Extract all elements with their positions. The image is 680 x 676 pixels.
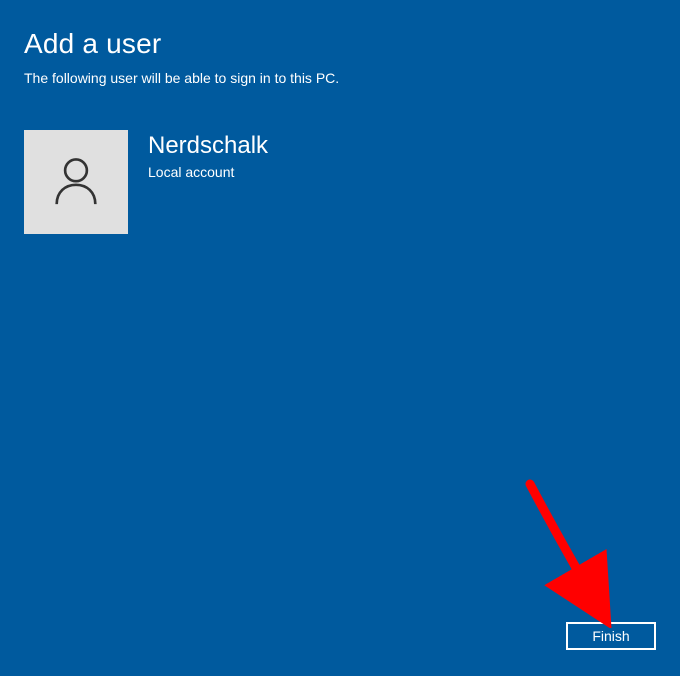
account-type-label: Local account <box>148 164 268 180</box>
user-summary: Nerdschalk Local account <box>24 130 656 234</box>
finish-button[interactable]: Finish <box>566 622 656 650</box>
username-label: Nerdschalk <box>148 132 268 160</box>
page-title: Add a user <box>24 28 656 60</box>
annotation-arrow-icon <box>518 478 638 628</box>
page-subtitle: The following user will be able to sign … <box>24 70 656 86</box>
user-icon <box>47 151 105 214</box>
button-row: Finish <box>566 622 656 650</box>
avatar <box>24 130 128 234</box>
